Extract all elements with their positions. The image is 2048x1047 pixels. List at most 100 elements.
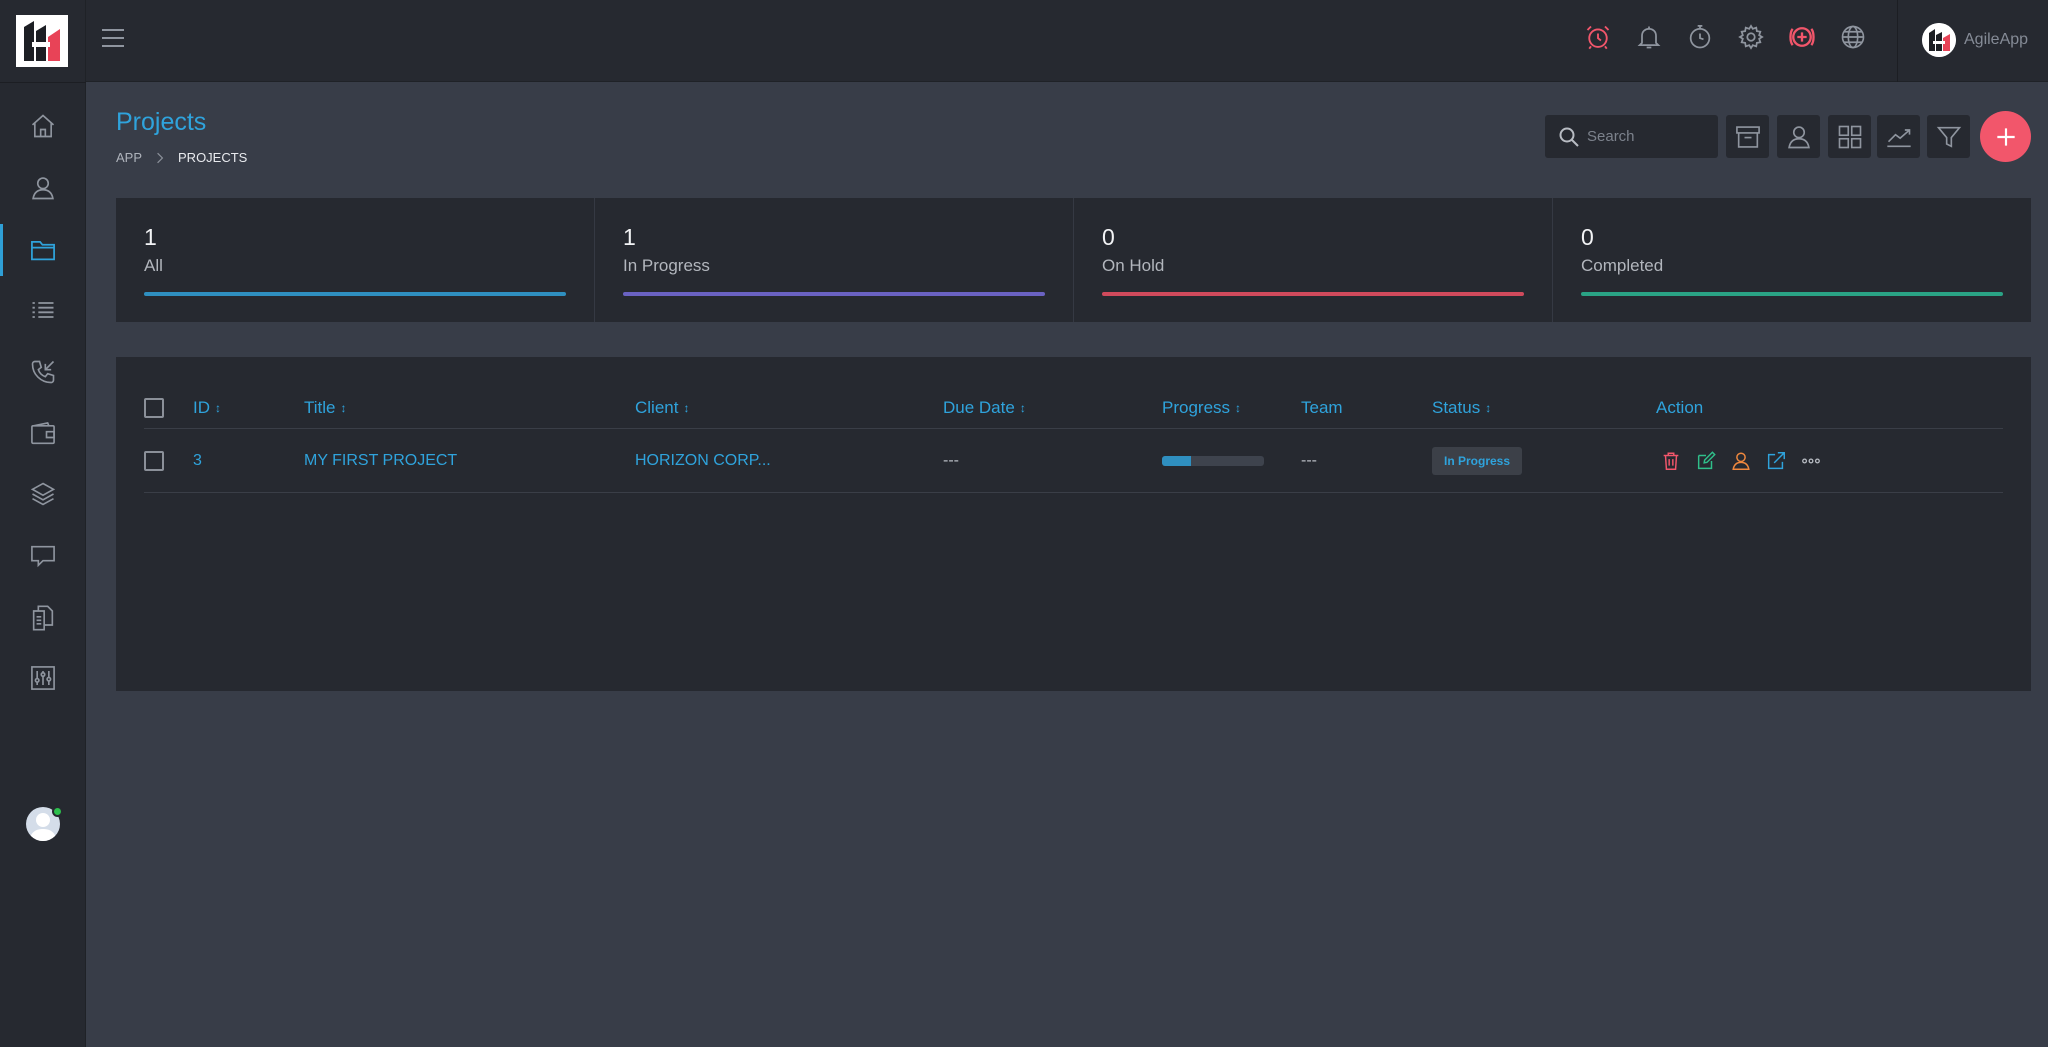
timer-button[interactable] — [1685, 22, 1715, 52]
gear-icon — [1738, 24, 1764, 50]
home-icon — [31, 114, 55, 138]
external-link-icon — [1767, 452, 1785, 470]
sort-icon: ↕ — [1485, 400, 1492, 415]
project-status: In Progress — [1432, 430, 1523, 492]
progress-bar — [1162, 456, 1264, 466]
ellipsis-icon — [1802, 458, 1820, 464]
sidebar-item-projects[interactable] — [0, 224, 86, 276]
page-title: Projects — [116, 108, 207, 136]
row-select-cell — [144, 430, 164, 492]
sidebar-item-leads[interactable] — [0, 346, 86, 398]
documents-icon — [32, 605, 54, 631]
project-client[interactable]: HORIZON CORP... — [635, 430, 771, 492]
sort-icon: ↕ — [1235, 400, 1242, 415]
column-header-due-date[interactable]: Due Date ↕ — [943, 387, 1026, 428]
breadcrumb-root[interactable]: APP — [116, 150, 142, 165]
trash-icon — [1663, 452, 1679, 470]
stat-label: All — [144, 256, 163, 275]
stat-count: 1 — [144, 224, 157, 250]
sidebar-item-sales[interactable] — [0, 408, 86, 460]
stat-on-hold[interactable]: 0 On Hold — [1074, 198, 1553, 322]
search-box — [1545, 115, 1718, 158]
stats-button[interactable] — [1877, 115, 1920, 158]
stat-count: 1 — [623, 224, 636, 250]
column-label: Progress — [1162, 397, 1231, 417]
sidebar-item-settings[interactable] — [0, 652, 86, 704]
add-project-button[interactable] — [1980, 111, 2031, 162]
delete-button[interactable] — [1659, 449, 1683, 473]
column-label: Action — [1656, 397, 1704, 417]
layers-icon — [30, 482, 56, 506]
stat-bar — [144, 292, 566, 296]
breadcrumb: APP PROJECTS — [116, 150, 247, 165]
edit-button[interactable] — [1694, 449, 1718, 473]
sidebar-item-documents[interactable] — [0, 592, 86, 644]
filter-button[interactable] — [1927, 115, 1970, 158]
user-logo — [1922, 23, 1956, 57]
settings-button[interactable] — [1736, 22, 1766, 52]
stat-completed[interactable]: 0 Completed — [1553, 198, 2031, 322]
sort-icon: ↕ — [1019, 400, 1026, 415]
online-status-indicator — [52, 806, 63, 817]
user-menu[interactable]: AgileApp — [1922, 21, 2028, 59]
stat-label: Completed — [1581, 256, 1664, 275]
column-label: ID — [193, 397, 210, 417]
add-circle-icon — [1789, 27, 1815, 47]
plus-icon — [1996, 127, 2015, 146]
project-team: --- — [1301, 452, 1317, 469]
project-progress — [1162, 430, 1264, 492]
column-header-progress[interactable]: Progress ↕ — [1162, 387, 1241, 428]
wallet-icon — [31, 421, 55, 445]
sidebar-item-tasks[interactable] — [0, 284, 86, 336]
open-button[interactable] — [1764, 449, 1788, 473]
project-title[interactable]: MY FIRST PROJECT — [304, 430, 457, 492]
app-logo[interactable] — [16, 15, 68, 67]
stat-in-progress[interactable]: 1 In Progress — [595, 198, 1074, 322]
user-icon — [1787, 125, 1810, 148]
column-label: Status — [1432, 397, 1481, 417]
progress-fill — [1162, 456, 1191, 466]
topbar: AgileApp — [86, 0, 2048, 82]
column-label: Client — [635, 397, 679, 417]
table-header: ID ↕ Title ↕ Client ↕ Due Date ↕ Progress ↕ T… — [144, 387, 2003, 429]
notifications-button[interactable] — [1634, 22, 1664, 52]
globe-icon — [1841, 25, 1865, 49]
sort-icon: ↕ — [215, 400, 221, 415]
row-actions — [1659, 430, 1834, 492]
row-checkbox[interactable] — [144, 451, 164, 471]
column-header-id[interactable]: ID ↕ — [193, 387, 221, 428]
quick-add-button[interactable] — [1787, 22, 1817, 52]
column-header-action: Action — [1656, 387, 1703, 428]
stat-count: 0 — [1581, 224, 1594, 250]
search-icon — [1559, 127, 1579, 147]
sidebar-item-clients[interactable] — [0, 162, 86, 214]
grid-view-button[interactable] — [1828, 115, 1871, 158]
user-icon — [1732, 452, 1750, 470]
chevron-right-icon — [157, 152, 164, 163]
sidebar-item-products[interactable] — [0, 468, 86, 520]
language-button[interactable] — [1838, 22, 1868, 52]
assign-member-button[interactable] — [1729, 449, 1753, 473]
project-id[interactable]: 3 — [193, 430, 202, 492]
stat-label: On Hold — [1102, 256, 1165, 275]
column-header-status[interactable]: Status ↕ — [1432, 387, 1491, 428]
archive-icon — [1735, 125, 1760, 148]
table-row: 3 MY FIRST PROJECT HORIZON CORP... --- -… — [144, 430, 2003, 493]
column-header-title[interactable]: Title ↕ — [304, 387, 347, 428]
column-header-client[interactable]: Client ↕ — [635, 387, 689, 428]
reminders-button[interactable] — [1583, 22, 1613, 52]
topbar-divider — [1897, 0, 1898, 82]
sidebar-item-home[interactable] — [0, 100, 86, 152]
archive-button[interactable] — [1726, 115, 1769, 158]
alarm-clock-icon — [1586, 25, 1610, 50]
more-options-button[interactable] — [1799, 449, 1823, 473]
column-label: Due Date — [943, 397, 1015, 417]
select-all-cell — [144, 387, 164, 428]
stat-all[interactable]: 1 All — [116, 198, 595, 322]
menu-toggle-button[interactable] — [100, 26, 126, 50]
sidebar-item-tickets[interactable] — [0, 530, 86, 582]
search-input[interactable] — [1587, 128, 1712, 145]
my-projects-button[interactable] — [1777, 115, 1820, 158]
select-all-checkbox[interactable] — [144, 397, 164, 418]
status-badge[interactable]: In Progress — [1432, 447, 1523, 475]
